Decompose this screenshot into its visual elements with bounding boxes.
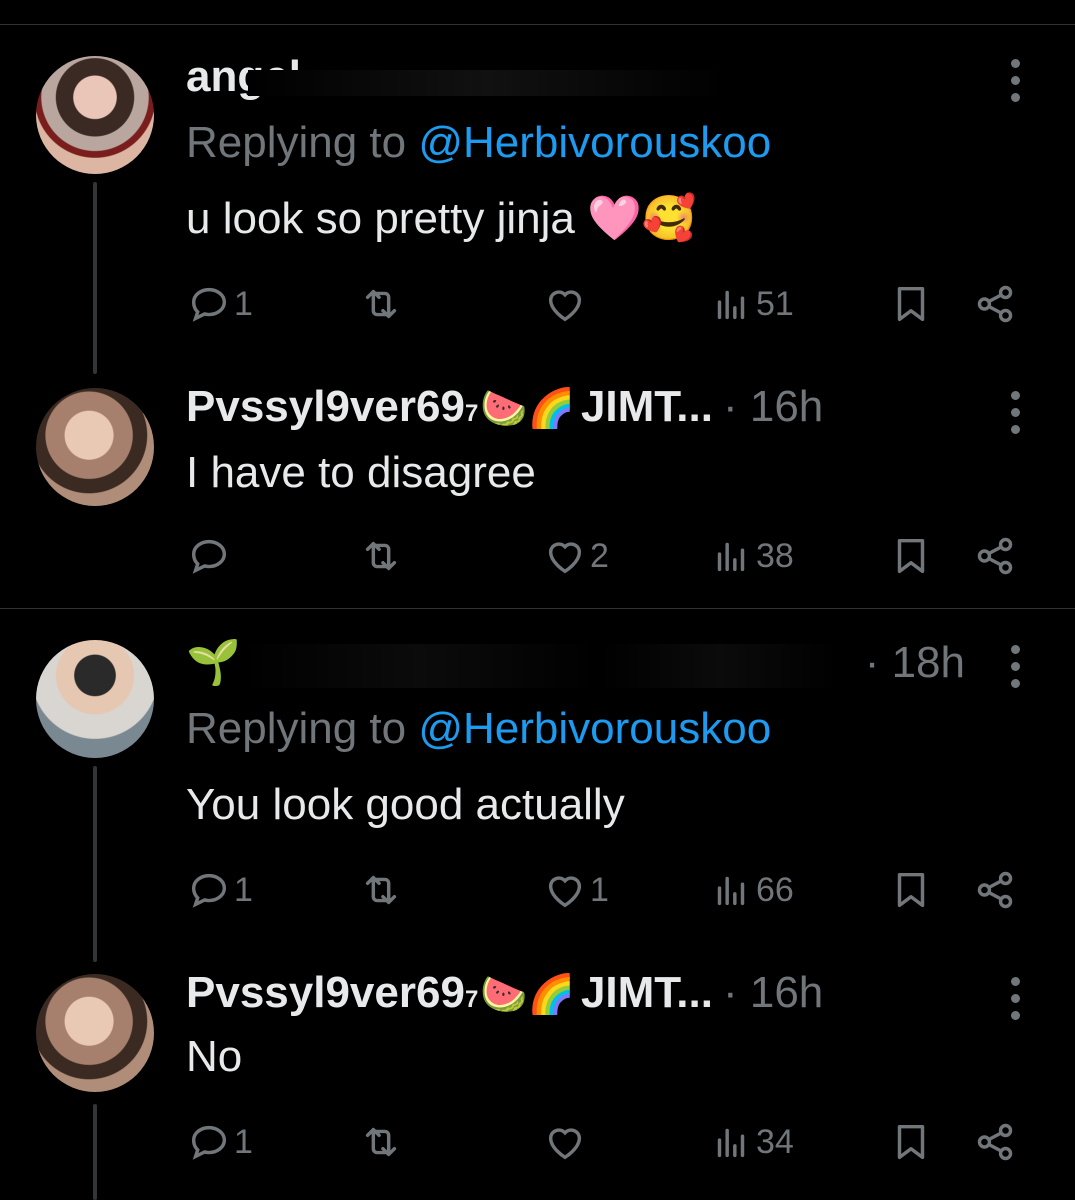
more-icon[interactable] bbox=[1003, 968, 1027, 1028]
repost-icon bbox=[358, 281, 404, 327]
share-button[interactable] bbox=[972, 276, 1018, 332]
reply-button[interactable]: 1 bbox=[186, 276, 253, 332]
bookmark-icon bbox=[888, 533, 934, 579]
bookmark-button[interactable] bbox=[888, 862, 934, 918]
share-button[interactable] bbox=[972, 528, 1018, 584]
bookmark-icon bbox=[888, 867, 934, 913]
name-superscript: 7 bbox=[464, 986, 479, 1013]
views-button[interactable]: 51 bbox=[708, 276, 794, 332]
action-bar: 1 51 bbox=[186, 276, 1032, 332]
view-count: 34 bbox=[756, 1122, 794, 1161]
reply-count: 1 bbox=[234, 870, 253, 909]
more-icon[interactable] bbox=[1003, 636, 1027, 696]
display-name[interactable]: Pvssyl9ver69 bbox=[186, 968, 465, 1018]
repost-button[interactable] bbox=[358, 1114, 406, 1170]
like-button[interactable]: 2 bbox=[542, 528, 609, 584]
repost-icon bbox=[358, 1119, 404, 1165]
timestamp[interactable]: · 16h bbox=[723, 968, 823, 1018]
timestamp[interactable]: · 16h bbox=[723, 382, 823, 432]
view-count: 66 bbox=[756, 870, 794, 909]
tweet-header: Pvssyl9ver69 7 🍉🌈 JIMT... · 16h bbox=[186, 382, 965, 442]
more-icon[interactable] bbox=[1003, 50, 1027, 110]
top-divider bbox=[0, 24, 1075, 25]
share-button[interactable] bbox=[972, 1114, 1018, 1170]
share-icon bbox=[972, 281, 1018, 327]
avatar[interactable] bbox=[36, 56, 154, 174]
replying-to: Replying to @Herbivorouskoo bbox=[186, 704, 771, 754]
thread-connector-line bbox=[93, 766, 97, 962]
tweet-header: Pvssyl9ver69 7 🍉🌈 JIMT... · 16h bbox=[186, 968, 965, 1028]
display-name-suffix[interactable]: JIMT... bbox=[581, 382, 713, 432]
avatar[interactable] bbox=[36, 388, 154, 506]
view-count: 51 bbox=[756, 284, 794, 323]
like-button[interactable] bbox=[542, 1114, 590, 1170]
bookmark-button[interactable] bbox=[888, 276, 934, 332]
action-bar: 1 1 66 bbox=[186, 862, 1032, 918]
repost-icon bbox=[358, 533, 404, 579]
repost-icon bbox=[358, 867, 404, 913]
display-name-suffix[interactable]: JIMT... bbox=[581, 968, 713, 1018]
repost-button[interactable] bbox=[358, 862, 406, 918]
share-icon bbox=[972, 867, 1018, 913]
bookmark-button[interactable] bbox=[888, 528, 934, 584]
view-count: 38 bbox=[756, 536, 794, 575]
reply-icon bbox=[186, 281, 232, 327]
views-button[interactable]: 38 bbox=[708, 528, 794, 584]
replying-prefix: Replying to bbox=[186, 704, 419, 753]
name-emojis: 🍉🌈 bbox=[480, 386, 575, 430]
reply-count: 1 bbox=[234, 1122, 253, 1161]
share-button[interactable] bbox=[972, 862, 1018, 918]
name-emojis: 🍉🌈 bbox=[480, 972, 575, 1016]
views-icon bbox=[708, 1119, 754, 1165]
like-icon bbox=[542, 867, 588, 913]
views-icon bbox=[708, 281, 754, 327]
bookmark-button[interactable] bbox=[888, 1114, 934, 1170]
like-button[interactable] bbox=[542, 276, 590, 332]
tweet-text: u look so pretty jinja 🩷🥰 bbox=[186, 194, 697, 243]
redaction-overlay bbox=[248, 70, 728, 96]
reply-button[interactable] bbox=[186, 528, 234, 584]
like-icon bbox=[542, 281, 588, 327]
replying-handle-link[interactable]: @Herbivorouskoo bbox=[418, 118, 771, 167]
redaction-overlay bbox=[240, 644, 840, 688]
share-icon bbox=[972, 1119, 1018, 1165]
tweet-text: I have to disagree bbox=[186, 448, 536, 497]
reply-icon bbox=[186, 533, 232, 579]
like-count: 1 bbox=[590, 870, 609, 909]
views-icon bbox=[708, 533, 754, 579]
views-button[interactable]: 66 bbox=[708, 862, 794, 918]
avatar[interactable] bbox=[36, 640, 154, 758]
more-icon[interactable] bbox=[1003, 382, 1027, 442]
display-name[interactable]: Pvssyl9ver69 bbox=[186, 382, 465, 432]
reply-button[interactable]: 1 bbox=[186, 1114, 253, 1170]
replying-to: Replying to @Herbivorouskoo bbox=[186, 118, 771, 168]
reply-count: 1 bbox=[234, 284, 253, 323]
thread-connector-line bbox=[93, 182, 97, 374]
bookmark-icon bbox=[888, 281, 934, 327]
reply-button[interactable]: 1 bbox=[186, 862, 253, 918]
views-button[interactable]: 34 bbox=[708, 1114, 794, 1170]
replying-handle-link[interactable]: @Herbivorouskoo bbox=[418, 704, 771, 753]
thread-connector-line bbox=[93, 1104, 97, 1200]
views-icon bbox=[708, 867, 754, 913]
action-bar: 2 38 bbox=[186, 528, 1032, 584]
avatar[interactable] bbox=[36, 974, 154, 1092]
tweet-text: You look good actually bbox=[186, 780, 625, 829]
like-icon bbox=[542, 1119, 588, 1165]
bookmark-icon bbox=[888, 1119, 934, 1165]
thread-divider bbox=[0, 608, 1075, 609]
tweet-text: No bbox=[186, 1032, 243, 1081]
repost-button[interactable] bbox=[358, 528, 406, 584]
reply-icon bbox=[186, 1119, 232, 1165]
repost-button[interactable] bbox=[358, 276, 406, 332]
like-count: 2 bbox=[590, 536, 609, 575]
reply-icon bbox=[186, 867, 232, 913]
like-button[interactable]: 1 bbox=[542, 862, 609, 918]
name-superscript: 7 bbox=[464, 400, 479, 427]
action-bar: 1 34 bbox=[186, 1114, 1032, 1170]
share-icon bbox=[972, 533, 1018, 579]
timestamp[interactable]: · 18h bbox=[865, 638, 965, 688]
like-icon bbox=[542, 533, 588, 579]
replying-prefix: Replying to bbox=[186, 118, 419, 167]
